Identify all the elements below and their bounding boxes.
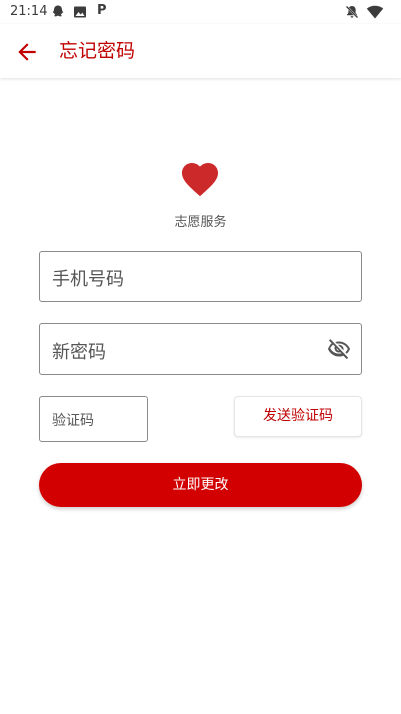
back-arrow-icon[interactable] bbox=[14, 39, 40, 65]
image-icon bbox=[74, 6, 86, 18]
app-bar: 忘记密码 bbox=[0, 24, 401, 78]
new-password-input[interactable]: 新密码 bbox=[39, 323, 362, 375]
page-title: 忘记密码 bbox=[59, 40, 136, 62]
qq-icon bbox=[52, 5, 64, 17]
send-code-button[interactable]: 发送验证码 bbox=[234, 396, 362, 437]
phone-number-input[interactable]: 手机号码 bbox=[39, 251, 362, 302]
app-name: 志愿服务 bbox=[174, 215, 227, 230]
wifi-icon bbox=[366, 5, 384, 19]
status-bar: 21:14 P bbox=[0, 0, 401, 24]
phone-number-placeholder: 手机号码 bbox=[52, 269, 124, 290]
change-now-button[interactable]: 立即更改 bbox=[39, 463, 362, 507]
p-icon: P bbox=[97, 3, 107, 18]
forgot-password-screen: 21:14 P 忘记密码 志愿服务 手机号码 新密码 验证码 发送验证码 立即更… bbox=[0, 0, 401, 714]
verification-code-placeholder: 验证码 bbox=[52, 413, 94, 429]
status-time: 21:14 bbox=[10, 4, 48, 19]
heart-icon bbox=[181, 162, 219, 197]
bell-off-icon bbox=[345, 5, 359, 19]
new-password-placeholder: 新密码 bbox=[52, 342, 106, 363]
verification-code-input[interactable]: 验证码 bbox=[39, 396, 148, 442]
visibility-off-icon[interactable] bbox=[327, 337, 351, 361]
